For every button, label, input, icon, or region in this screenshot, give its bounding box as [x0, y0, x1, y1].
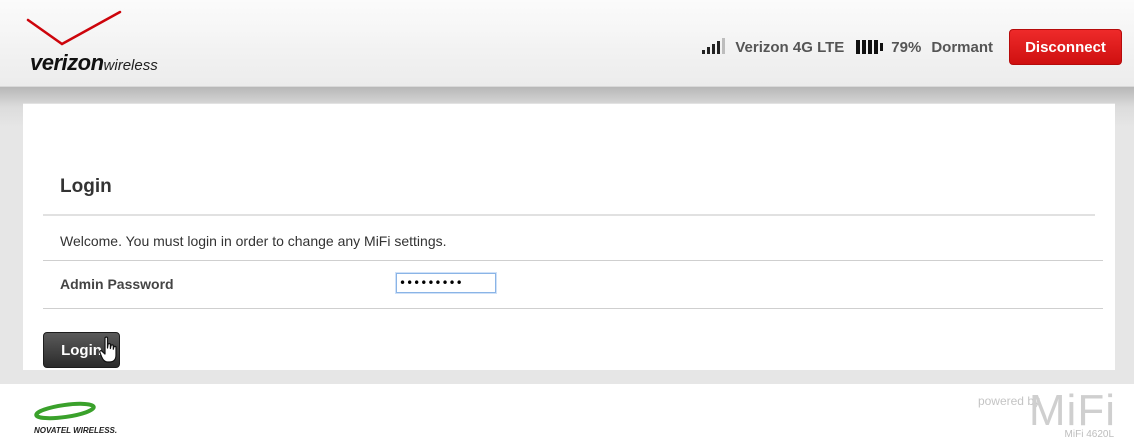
logo-word: verizon	[30, 50, 104, 75]
admin-password-label: Admin Password	[60, 276, 174, 292]
mifi-model: MiFi 4620L	[1064, 429, 1114, 440]
page-title: Login	[60, 176, 112, 197]
divider	[43, 214, 1095, 216]
powered-by-mifi: powered by MiFi MiFi 4620L	[926, 386, 1126, 442]
verizon-wireless-logo: verizonwireless	[24, 10, 194, 75]
welcome-message: Welcome. You must login in order to chan…	[60, 233, 447, 249]
login-panel: Login Welcome. You must login in order t…	[23, 103, 1115, 370]
top-header: verizonwireless Verizon 4G LTE 79% Dorma…	[0, 0, 1134, 87]
novatel-swoosh-icon	[34, 401, 96, 421]
signal-strength-icon	[702, 38, 727, 54]
divider	[43, 260, 1103, 261]
novatel-logo: NOVATEL WIRELESS.	[34, 398, 134, 438]
content-area: Login Welcome. You must login in order t…	[0, 87, 1134, 384]
carrier-name: Verizon 4G LTE	[735, 38, 845, 56]
divider	[43, 308, 1103, 309]
admin-password-input[interactable]	[395, 272, 497, 294]
verizon-check-icon	[26, 10, 122, 46]
logo-sub: wireless	[103, 57, 158, 74]
hand-cursor-icon	[99, 336, 117, 363]
novatel-wordmark: NOVATEL WIRELESS.	[34, 426, 118, 435]
battery-icon	[856, 40, 884, 54]
connection-state: Dormant	[931, 38, 993, 56]
disconnect-button[interactable]: Disconnect	[1009, 29, 1122, 65]
battery-percent: 79%	[891, 38, 922, 56]
connection-status: Verizon 4G LTE 79% Dormant Disconnect	[702, 29, 1134, 65]
